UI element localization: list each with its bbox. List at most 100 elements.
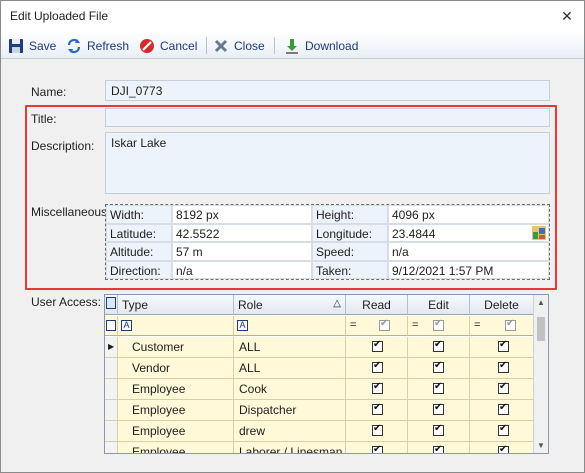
cell-delete[interactable] — [470, 400, 534, 421]
download-button[interactable]: Download — [284, 37, 358, 55]
column-header-read[interactable]: Read — [346, 295, 408, 315]
map-icon[interactable] — [532, 225, 546, 240]
read-checkbox[interactable] — [372, 339, 383, 352]
table-row[interactable]: ▶ Customer ALL — [105, 337, 534, 358]
row-selector[interactable] — [105, 358, 118, 379]
filter-role[interactable]: A — [234, 316, 346, 336]
edit-checkbox[interactable] — [433, 444, 444, 453]
row-selector[interactable] — [105, 400, 118, 421]
cell-edit[interactable] — [408, 442, 470, 453]
altitude-value: 57 m — [172, 242, 312, 261]
cell-delete[interactable] — [470, 421, 534, 442]
cell-read[interactable] — [346, 379, 408, 400]
cell-read[interactable] — [346, 337, 408, 358]
save-label: Save — [29, 39, 57, 53]
delete-checkbox[interactable] — [498, 423, 509, 436]
edit-checkbox[interactable] — [433, 339, 444, 352]
equals-operator[interactable]: = — [412, 319, 418, 331]
cell-read[interactable] — [346, 358, 408, 379]
delete-checkbox[interactable] — [498, 381, 509, 394]
cell-delete[interactable] — [470, 358, 534, 379]
edit-checkbox[interactable] — [433, 360, 444, 373]
row-selector[interactable]: ▶ — [105, 337, 118, 358]
cell-edit[interactable] — [408, 337, 470, 358]
cell-edit[interactable] — [408, 400, 470, 421]
cell-type[interactable]: Customer — [118, 337, 234, 358]
column-header-edit[interactable]: Edit — [408, 295, 470, 315]
window-close-button[interactable]: ✕ — [556, 5, 578, 27]
name-field[interactable]: DJI_0773 — [105, 80, 550, 101]
read-checkbox[interactable] — [372, 402, 383, 415]
filter-edit-checkbox[interactable] — [433, 318, 444, 331]
cell-role[interactable]: drew — [234, 421, 346, 442]
height-value: 4096 px — [388, 205, 549, 224]
cell-role[interactable]: Dispatcher — [234, 400, 346, 421]
column-header-type[interactable]: Type — [118, 295, 234, 315]
cell-delete[interactable] — [470, 379, 534, 400]
cell-delete[interactable] — [470, 337, 534, 358]
scroll-thumb[interactable] — [537, 317, 545, 341]
filter-type[interactable]: A — [118, 316, 234, 336]
column-header-delete[interactable]: Delete — [470, 295, 534, 315]
table-row[interactable]: Employee Dispatcher — [105, 400, 534, 421]
refresh-icon — [66, 38, 82, 54]
scroll-up-arrow[interactable]: ▲ — [537, 298, 545, 307]
title-field[interactable] — [105, 108, 550, 127]
refresh-button[interactable]: Refresh — [66, 37, 129, 55]
cell-type[interactable]: Employee — [118, 421, 234, 442]
vertical-scrollbar[interactable]: ▲ ▼ — [533, 295, 548, 453]
filter-read-checkbox[interactable] — [379, 318, 390, 331]
row-selector[interactable] — [105, 421, 118, 442]
cell-edit[interactable] — [408, 358, 470, 379]
cell-type[interactable]: Vendor — [118, 358, 234, 379]
cell-edit[interactable] — [408, 379, 470, 400]
delete-checkbox[interactable] — [498, 402, 509, 415]
read-checkbox[interactable] — [372, 444, 383, 453]
column-header-role[interactable]: Role △ — [234, 295, 346, 315]
scroll-down-arrow[interactable]: ▼ — [537, 441, 545, 450]
equals-operator[interactable]: = — [474, 319, 480, 331]
cell-role[interactable]: Cook — [234, 379, 346, 400]
delete-checkbox[interactable] — [498, 444, 509, 453]
name-label: Name: — [31, 85, 67, 99]
read-checkbox[interactable] — [372, 381, 383, 394]
edit-checkbox[interactable] — [433, 381, 444, 394]
cell-edit[interactable] — [408, 421, 470, 442]
cell-read[interactable] — [346, 442, 408, 453]
filter-edit[interactable]: = — [408, 316, 470, 336]
close-button[interactable]: Close — [213, 37, 265, 55]
edit-checkbox[interactable] — [433, 402, 444, 415]
filter-operator-icon[interactable]: A — [237, 320, 248, 331]
toolbar-separator — [274, 37, 275, 54]
filter-read[interactable]: = — [346, 316, 408, 336]
row-selector[interactable] — [105, 379, 118, 400]
equals-operator[interactable]: = — [350, 319, 356, 331]
cell-role[interactable]: ALL — [234, 337, 346, 358]
delete-checkbox[interactable] — [498, 360, 509, 373]
cell-role[interactable]: Laborer / Linesman — [234, 442, 346, 453]
read-checkbox[interactable] — [372, 423, 383, 436]
cell-type[interactable]: Employee — [118, 442, 234, 453]
table-row[interactable]: Employee drew — [105, 421, 534, 442]
cell-role[interactable]: ALL — [234, 358, 346, 379]
cell-read[interactable] — [346, 421, 408, 442]
filter-delete[interactable]: = — [470, 316, 534, 336]
cell-type[interactable]: Employee — [118, 400, 234, 421]
column-chooser-button[interactable] — [105, 295, 118, 315]
read-checkbox[interactable] — [372, 360, 383, 373]
cell-delete[interactable] — [470, 442, 534, 453]
filter-operator-icon[interactable]: A — [121, 320, 132, 331]
table-row[interactable]: Employee Laborer / Linesman — [105, 442, 534, 453]
sort-ascending-icon: △ — [333, 298, 341, 309]
edit-checkbox[interactable] — [433, 423, 444, 436]
table-row[interactable]: Vendor ALL — [105, 358, 534, 379]
cancel-button[interactable]: Cancel — [139, 37, 197, 55]
save-button[interactable]: Save — [8, 37, 56, 55]
filter-delete-checkbox[interactable] — [505, 318, 516, 331]
table-row[interactable]: Employee Cook — [105, 379, 534, 400]
cell-read[interactable] — [346, 400, 408, 421]
delete-checkbox[interactable] — [498, 339, 509, 352]
cell-type[interactable]: Employee — [118, 379, 234, 400]
row-selector[interactable] — [105, 442, 118, 453]
description-field[interactable]: Iskar Lake — [105, 132, 550, 194]
